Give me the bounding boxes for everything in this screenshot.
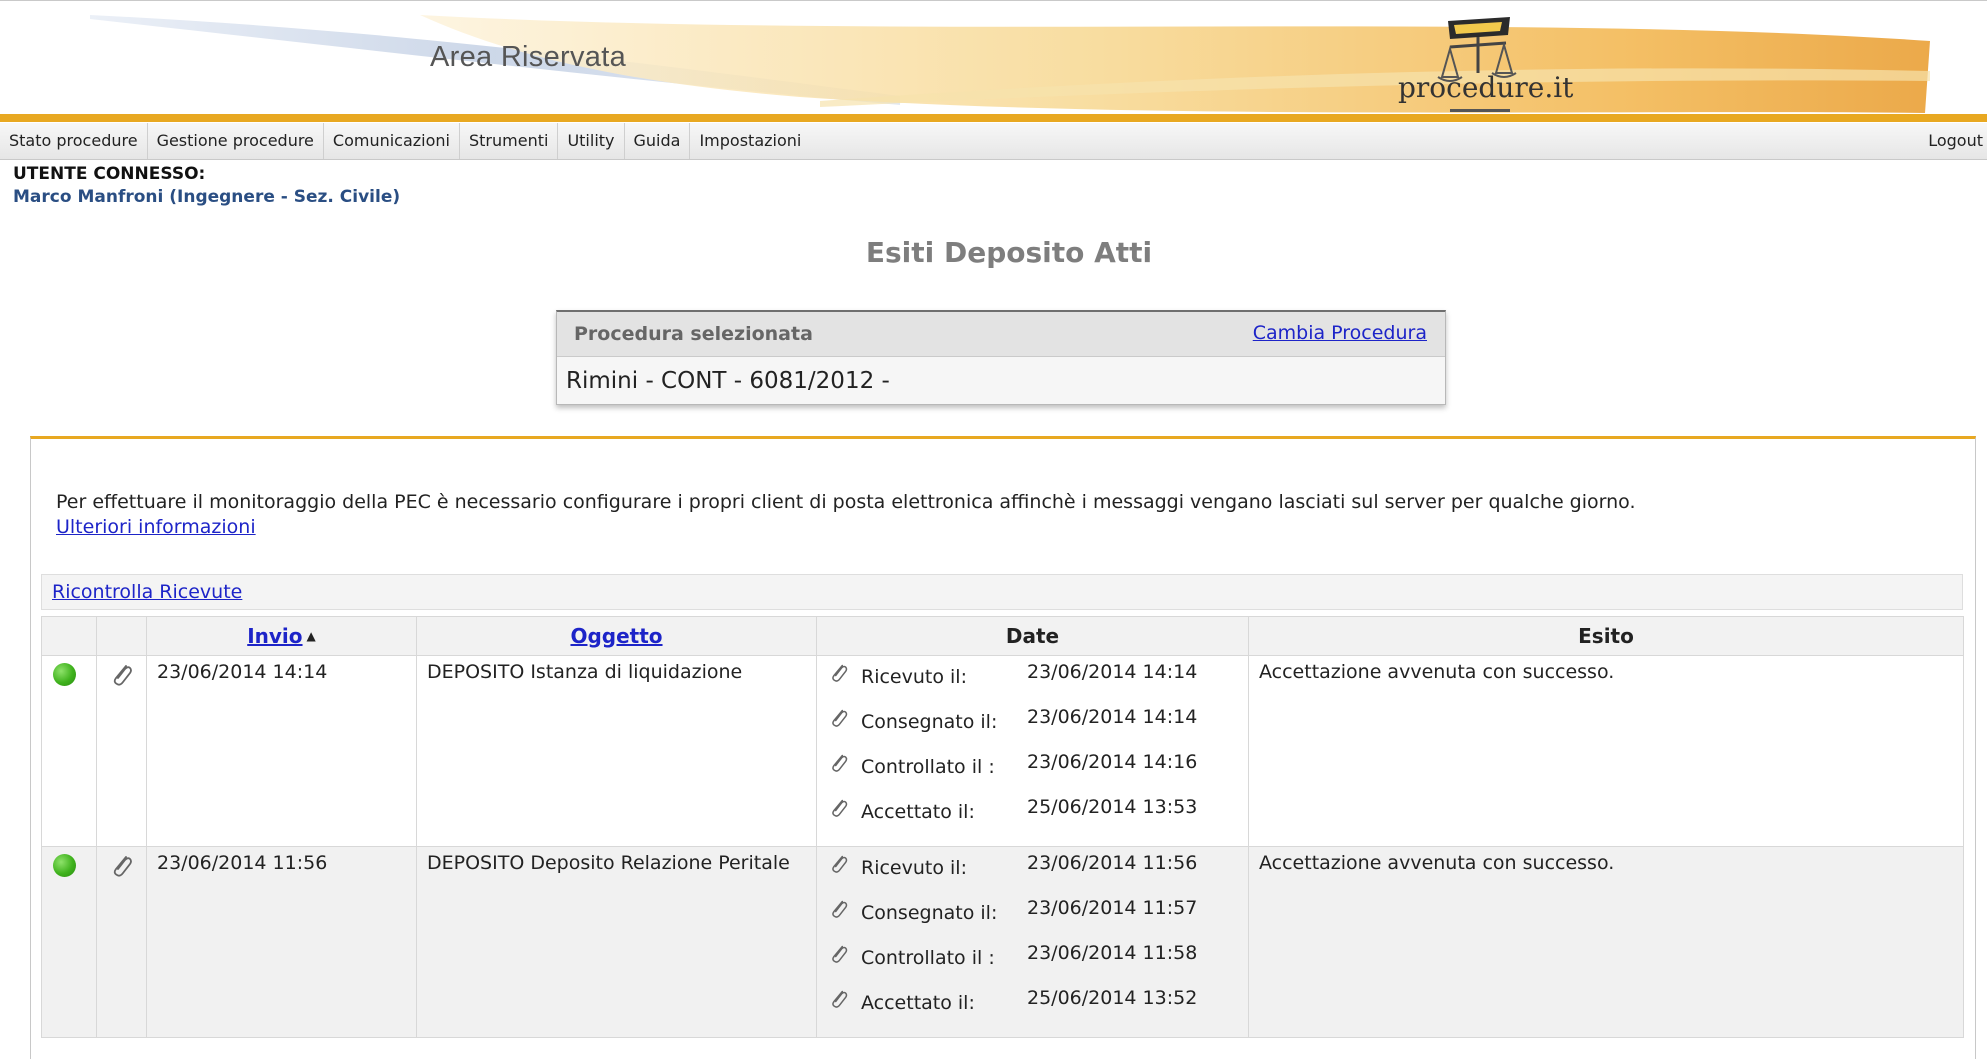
date-value: 23/06/2014 14:16	[1027, 751, 1198, 773]
dates-cell: Ricevuto il: 23/06/2014 11:56 Consegnato…	[816, 846, 1249, 1038]
status-cell	[41, 846, 97, 1038]
status-ok-icon	[53, 854, 76, 877]
paperclip-icon[interactable]	[829, 752, 849, 774]
banner-swoosh	[0, 15, 1987, 122]
table-row: 23/06/2014 14:14 DEPOSITO Istanza di liq…	[41, 655, 1964, 847]
invio-datetime: 23/06/2014 14:14	[157, 661, 328, 683]
paperclip-icon[interactable]	[829, 662, 849, 684]
date-line-controllato: Controllato il : 23/06/2014 14:16	[817, 746, 1248, 791]
header-oggetto[interactable]: Oggetto	[416, 616, 817, 656]
menu-comunicazioni[interactable]: Comunicazioni	[324, 123, 460, 159]
deposit-results-panel: Per effettuare il monitoraggio della PEC…	[30, 436, 1976, 1059]
sort-invio-link[interactable]: Invio	[247, 624, 302, 648]
menu-stato-procedure[interactable]: Stato procedure	[0, 123, 148, 159]
sort-oggetto-link[interactable]: Oggetto	[570, 624, 662, 648]
status-cell	[41, 655, 97, 847]
paperclip-icon[interactable]	[829, 898, 849, 920]
attachment-cell	[96, 846, 147, 1038]
date-label: Ricevuto il:	[861, 857, 967, 879]
paperclip-icon[interactable]	[110, 853, 134, 879]
date-label: Consegnato il:	[861, 902, 998, 924]
menu-impostazioni[interactable]: Impostazioni	[690, 123, 810, 159]
page-title: Esiti Deposito Atti	[865, 236, 1153, 269]
header-invio[interactable]: Invio ▲	[146, 616, 417, 656]
user-connected-label: UTENTE CONNESSO:	[13, 164, 206, 184]
date-line-accettato: Accettato il: 25/06/2014 13:52	[817, 982, 1248, 1027]
table-row: 23/06/2014 11:56 DEPOSITO Deposito Relaz…	[41, 846, 1964, 1038]
paperclip-icon[interactable]	[829, 707, 849, 729]
header-status	[41, 616, 97, 656]
date-line-accettato: Accettato il: 25/06/2014 13:53	[817, 791, 1248, 836]
date-value: 23/06/2014 11:56	[1027, 852, 1198, 874]
date-value: 23/06/2014 14:14	[1027, 706, 1198, 728]
menu-guida[interactable]: Guida	[625, 123, 691, 159]
oggetto-cell: DEPOSITO Deposito Relazione Peritale	[416, 846, 817, 1038]
date-line-controllato: Controllato il : 23/06/2014 11:58	[817, 937, 1248, 982]
date-label: Accettato il:	[861, 992, 975, 1014]
paperclip-icon[interactable]	[829, 988, 849, 1010]
status-ok-icon	[53, 663, 76, 686]
paperclip-icon[interactable]	[110, 662, 134, 688]
more-info-link[interactable]: Ulteriori informazioni	[56, 516, 256, 538]
date-line-ricevuto: Ricevuto il: 23/06/2014 11:56	[817, 847, 1248, 892]
date-value: 23/06/2014 11:57	[1027, 897, 1198, 919]
date-value: 25/06/2014 13:52	[1027, 987, 1198, 1009]
esito-text: Accettazione avvenuta con successo.	[1259, 852, 1615, 874]
oggetto-cell: DEPOSITO Istanza di liquidazione	[416, 655, 817, 847]
invio-cell: 23/06/2014 11:56	[146, 846, 417, 1038]
results-table: Invio ▲ Oggetto Date Esito 23/06/2014 14:…	[41, 616, 1964, 1038]
menu-strumenti[interactable]: Strumenti	[460, 123, 559, 159]
paperclip-icon[interactable]	[829, 943, 849, 965]
date-label: Ricevuto il:	[861, 666, 967, 688]
selected-procedure-value: Rimini - CONT - 6081/2012 -	[566, 368, 890, 394]
date-line-consegnato: Consegnato il: 23/06/2014 11:57	[817, 892, 1248, 937]
table-header-row: Invio ▲ Oggetto Date Esito	[41, 616, 1964, 656]
main-menubar: Stato procedure Gestione procedure Comun…	[0, 123, 1987, 160]
selected-procedure-header: Procedura selezionata Cambia Procedura	[557, 312, 1445, 357]
selected-procedure-box: Procedura selezionata Cambia Procedura R…	[556, 310, 1446, 405]
header-esito: Esito	[1248, 616, 1964, 656]
sort-ascending-icon: ▲	[306, 629, 316, 643]
header-attachment	[96, 616, 147, 656]
change-procedure-link[interactable]: Cambia Procedura	[1253, 322, 1427, 344]
pec-notice-text: Per effettuare il monitoraggio della PEC…	[56, 491, 1636, 513]
date-line-ricevuto: Ricevuto il: 23/06/2014 14:14	[817, 656, 1248, 701]
esito-cell: Accettazione avvenuta con successo.	[1248, 655, 1964, 847]
date-label: Consegnato il:	[861, 711, 998, 733]
oggetto-text: DEPOSITO Deposito Relazione Peritale	[427, 852, 790, 874]
menu-gestione-procedure[interactable]: Gestione procedure	[148, 123, 324, 159]
date-value: 23/06/2014 14:14	[1027, 661, 1198, 683]
invio-datetime: 23/06/2014 11:56	[157, 852, 328, 874]
esito-text: Accettazione avvenuta con successo.	[1259, 661, 1615, 683]
date-value: 25/06/2014 13:53	[1027, 796, 1198, 818]
paperclip-icon[interactable]	[829, 797, 849, 819]
attachment-cell	[96, 655, 147, 847]
paperclip-icon[interactable]	[829, 853, 849, 875]
oggetto-text: DEPOSITO Istanza di liquidazione	[427, 661, 743, 683]
date-label: Controllato il :	[861, 756, 995, 778]
date-label: Accettato il:	[861, 801, 975, 823]
dates-cell: Ricevuto il: 23/06/2014 14:14 Consegnato…	[816, 655, 1249, 847]
esito-cell: Accettazione avvenuta con successo.	[1248, 846, 1964, 1038]
selected-procedure-label: Procedura selezionata	[574, 323, 813, 345]
recheck-receipts-link[interactable]: Ricontrolla Ricevute	[52, 581, 242, 603]
date-line-consegnato: Consegnato il: 23/06/2014 14:14	[817, 701, 1248, 746]
menu-utility[interactable]: Utility	[558, 123, 625, 159]
date-value: 23/06/2014 11:58	[1027, 942, 1198, 964]
invio-cell: 23/06/2014 14:14	[146, 655, 417, 847]
header-date: Date	[816, 616, 1249, 656]
banner-title: Area Riservata	[430, 41, 626, 73]
logo-text: procedure.it	[1398, 71, 1574, 104]
user-name: Marco Manfroni (Ingegnere - Sez. Civile)	[13, 187, 401, 207]
logout-link[interactable]: Logout	[1928, 123, 1987, 159]
header-banner: Area Riservata procedure.it	[0, 0, 1987, 122]
recheck-toolbar: Ricontrolla Ricevute	[41, 574, 1963, 610]
date-label: Controllato il :	[861, 947, 995, 969]
